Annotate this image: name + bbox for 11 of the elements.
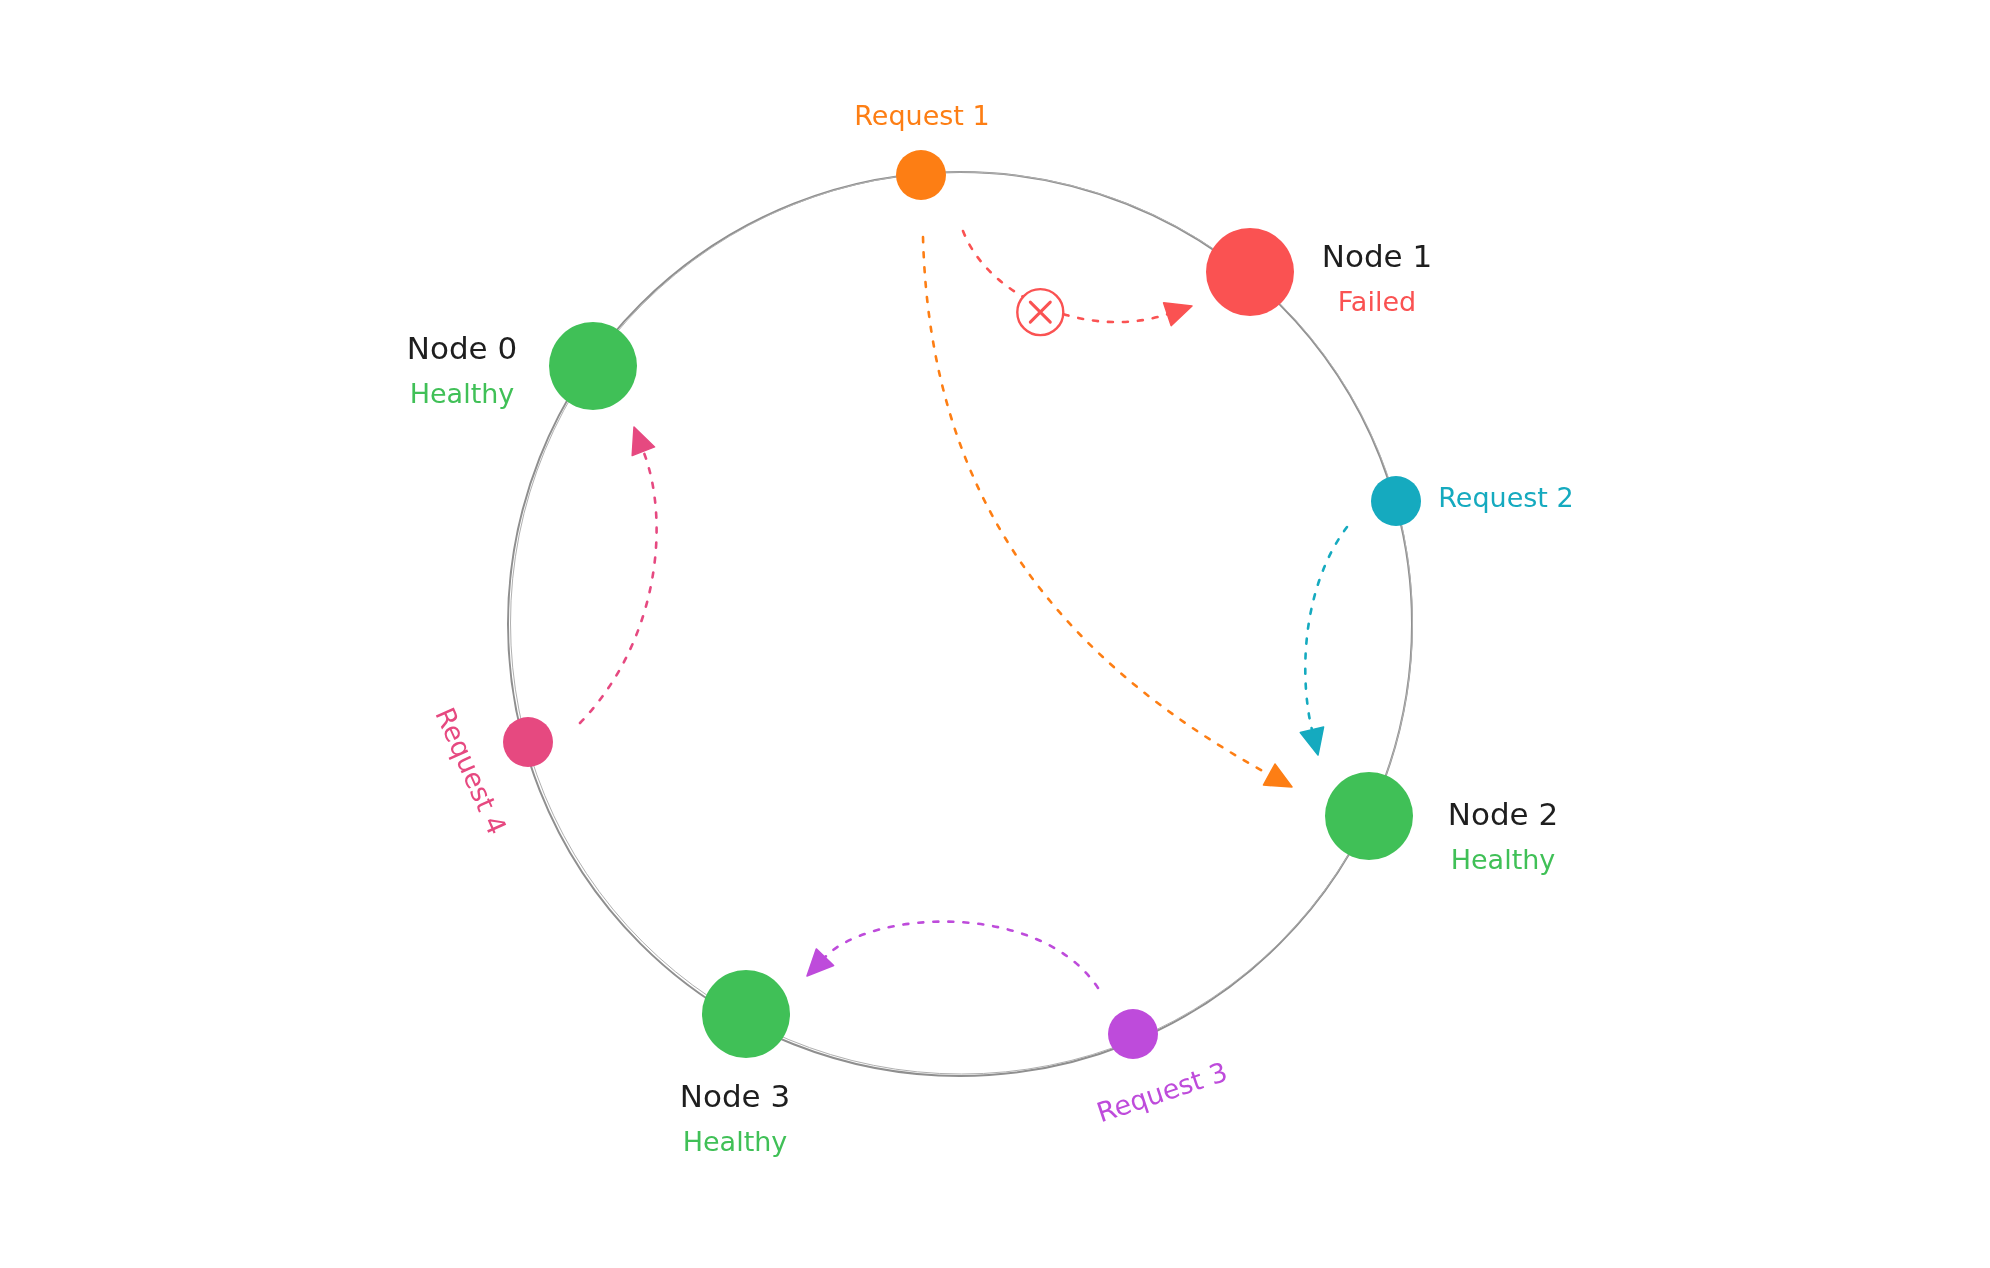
node-label: Node 0: [406, 330, 518, 366]
request-label: Request 2: [1438, 481, 1574, 513]
cross-circle-icon: [1016, 287, 1065, 337]
node-label: Node 3: [679, 1078, 791, 1114]
node-status: Healthy: [409, 378, 515, 409]
node-status: Healthy: [682, 1126, 788, 1157]
node-status: Failed: [1337, 286, 1417, 317]
request-label: Request 1: [854, 99, 990, 131]
node-label: Node 1: [1321, 238, 1433, 274]
node-status: Healthy: [1450, 844, 1556, 875]
node-label: Node 2: [1447, 796, 1559, 832]
